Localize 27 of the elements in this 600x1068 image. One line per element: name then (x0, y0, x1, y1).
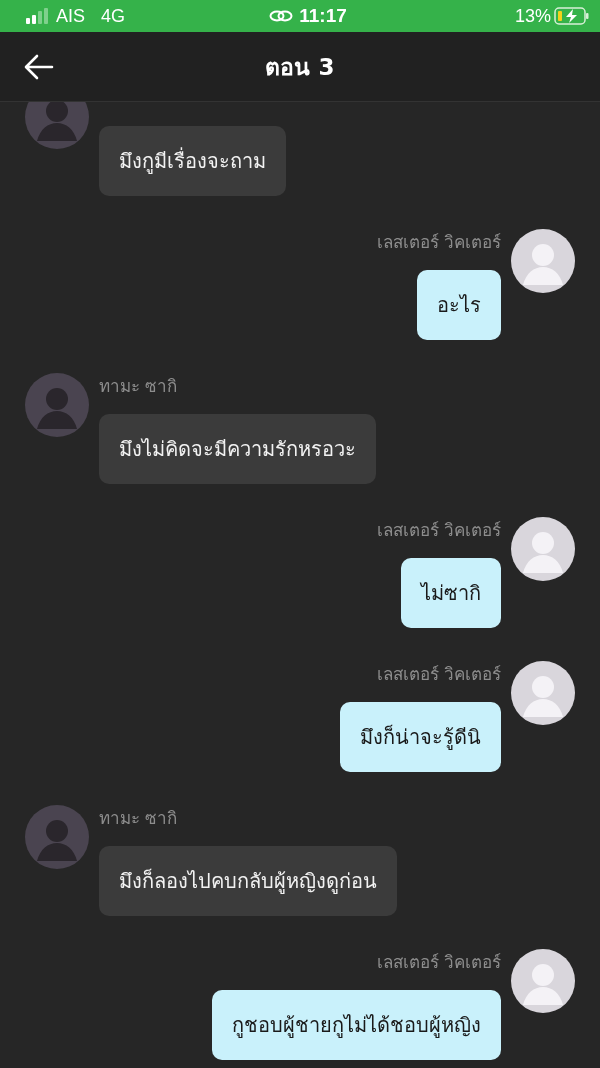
avatar[interactable] (511, 229, 575, 293)
message-bubble: มึงก็น่าจะรู้ดีนิ (340, 702, 501, 772)
avatar[interactable] (511, 517, 575, 581)
charging-battery-icon (554, 7, 590, 25)
back-button[interactable] (22, 52, 56, 82)
clock-time: 11:17 (299, 5, 347, 27)
sender-name: เลสเตอร์ วิคเตอร์ (376, 519, 501, 542)
battery-percent: 13% (515, 5, 551, 27)
message-bubble: มึงไม่คิดจะมีความรักหรอวะ (99, 414, 376, 484)
avatar[interactable] (511, 661, 575, 725)
sender-name: เลสเตอร์ วิคเตอร์ (376, 951, 501, 974)
message-bubble: กูชอบผู้ชายกูไม่ได้ชอบผู้หญิง (212, 990, 501, 1060)
message-bubble: ไม่ซากิ (401, 558, 501, 628)
message-bubble: มึงก็ลองไปคบกลับผู้หญิงดูก่อน (99, 846, 397, 916)
link-icon (269, 9, 294, 23)
carrier-name: AIS (56, 5, 85, 27)
message-bubble: มึงกูมีเรื่องจะถาม (99, 126, 286, 196)
message-bubble: อะไร (417, 270, 501, 340)
back-arrow-icon (24, 54, 54, 80)
sender-name: ทามะ ซากิ (99, 807, 178, 830)
sender-name: เลสเตอร์ วิคเตอร์ (376, 231, 501, 254)
sender-name: ทามะ ซากิ (99, 375, 178, 398)
network-type: 4G (101, 5, 126, 27)
signal-icon (26, 8, 48, 24)
avatar[interactable] (511, 949, 575, 1013)
sender-name: เลสเตอร์ วิคเตอร์ (376, 663, 501, 686)
chapter-title: ตอน 3 (265, 52, 335, 82)
